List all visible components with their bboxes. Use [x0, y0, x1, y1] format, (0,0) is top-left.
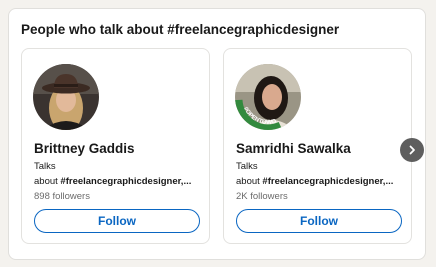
follow-button[interactable]: Follow: [236, 209, 402, 233]
about-prefix: about: [236, 176, 263, 187]
profile-photo: [33, 64, 99, 130]
avatar[interactable]: [33, 64, 99, 130]
avatar[interactable]: #OPENTOWORK: [235, 64, 301, 130]
carousel-next-button[interactable]: [400, 138, 424, 162]
chevron-right-icon: [409, 145, 415, 155]
section-title: People who talk about #freelancegraphicd…: [21, 22, 340, 37]
about-topics: about #freelancegraphicdesigner,...: [34, 176, 199, 187]
person-name[interactable]: Samridhi Sawalka: [236, 141, 351, 156]
about-hashtags: #freelancegraphicdesigner,...: [262, 176, 394, 187]
follow-button[interactable]: Follow: [34, 209, 200, 233]
follower-count: 2K followers: [236, 191, 288, 202]
about-prefix: about: [34, 176, 61, 187]
person-name[interactable]: Brittney Gaddis: [34, 141, 135, 156]
follower-count: 898 followers: [34, 191, 90, 202]
person-card: Brittney Gaddis Talks about #freelancegr…: [21, 48, 210, 244]
people-panel: People who talk about #freelancegraphicd…: [8, 8, 426, 260]
talks-label: Talks: [236, 161, 258, 172]
talks-label: Talks: [34, 161, 56, 172]
about-topics: about #freelancegraphicdesigner,...: [236, 176, 401, 187]
profile-photo: #OPENTOWORK: [235, 64, 301, 130]
person-card: #OPENTOWORK Samridhi Sawalka Talks about…: [223, 48, 412, 244]
about-hashtags: #freelancegraphicdesigner,...: [60, 176, 192, 187]
